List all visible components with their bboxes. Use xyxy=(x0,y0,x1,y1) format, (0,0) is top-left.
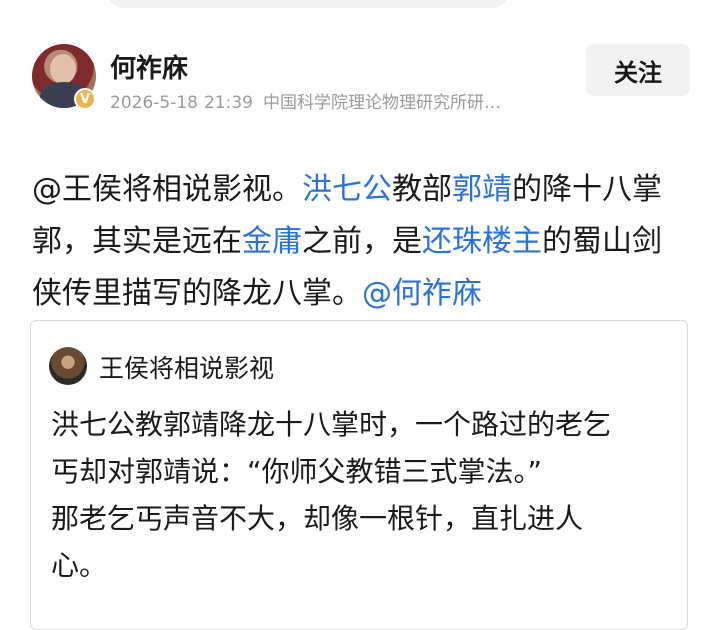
post-time: 21:39 xyxy=(203,93,253,113)
author-name[interactable]: 何祚庥 xyxy=(110,48,188,85)
quote-line: 洪七公教郭靖降龙十八掌时，一个路过的老乞 xyxy=(51,408,612,441)
topic-link-guo-jing[interactable]: 郭靖 xyxy=(452,172,512,207)
quote-line: 那老乞丐声音不大，却像一根针，直扎进人 xyxy=(51,502,584,535)
post-source: 中国科学院理论物理研究所研… xyxy=(262,93,501,113)
mention-link-author[interactable]: @何祚庥 xyxy=(362,276,482,311)
post-header: V 何祚庥 2026-5-18 21:39 中国科学院理论物理研究所研… 关注 xyxy=(32,40,720,120)
quoted-post-card[interactable]: 王侯将相说影视 洪七公教郭靖降龙十八掌时，一个路过的老乞 丐却对郭靖说：“你师父… xyxy=(30,320,688,630)
topic-link-huanzhu-louzhu[interactable]: 还珠楼主 xyxy=(422,224,542,259)
search-bar[interactable] xyxy=(108,0,508,8)
body-text: 。 xyxy=(272,172,302,207)
quote-text: 洪七公教郭靖降龙十八掌时，一个路过的老乞 丐却对郭靖说：“你师父教错三式掌法。”… xyxy=(51,401,671,589)
quote-line: 心。 xyxy=(51,549,108,582)
body-text: 教部 xyxy=(392,172,452,207)
mention-link[interactable]: @王侯将相说影视 xyxy=(32,172,272,207)
quote-line: 丐却对郭靖说：“你师父教错三式掌法。” xyxy=(51,455,543,488)
post-meta: 2026-5-18 21:39 中国科学院理论物理研究所研… xyxy=(110,88,501,113)
post-body: @王侯将相说影视。洪七公教部郭靖的降十八掌郭，其实是远在金庸之前，是还珠楼主的蜀… xyxy=(32,164,682,320)
body-text: 之前，是 xyxy=(302,224,422,259)
post-date: 2026-5-18 xyxy=(110,93,198,113)
quote-author[interactable]: 王侯将相说影视 xyxy=(99,349,274,385)
topic-link-hong-qigong[interactable]: 洪七公 xyxy=(302,172,392,207)
verified-badge-icon: V xyxy=(74,88,96,110)
topic-link-jin-yong[interactable]: 金庸 xyxy=(242,224,302,259)
avatar-face xyxy=(50,54,76,84)
quote-avatar[interactable] xyxy=(49,347,87,385)
follow-button[interactable]: 关注 xyxy=(586,44,690,96)
